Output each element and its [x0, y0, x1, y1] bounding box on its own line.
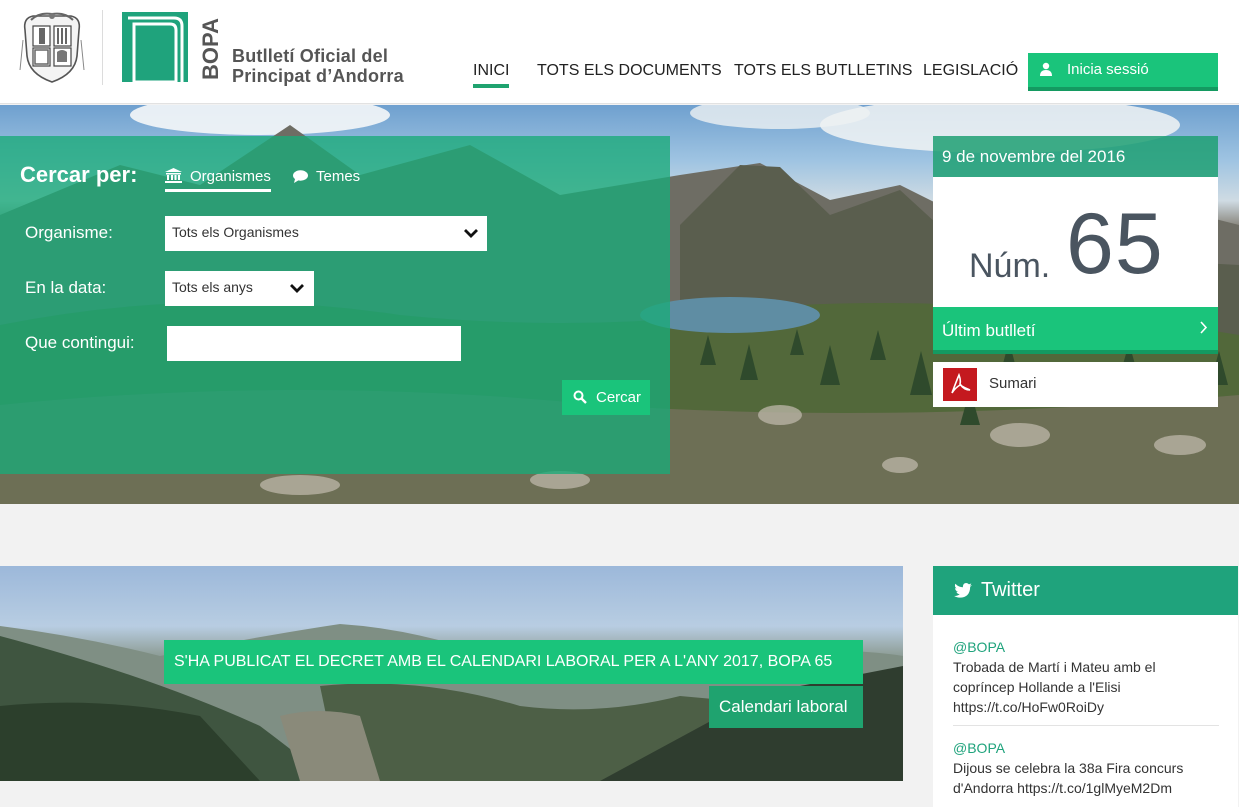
featured-news-tag-text: Calendari laboral	[719, 697, 848, 716]
search-button[interactable]: Cercar	[562, 380, 650, 415]
last-bulletin-link[interactable]: Últim butlletí	[933, 307, 1218, 354]
tweet-text-line: Dijous se celebra la 38a Fira concurs	[953, 760, 1184, 776]
tweet-divider	[953, 725, 1219, 726]
tab-temes[interactable]: Temes	[293, 168, 360, 185]
login-button[interactable]: Inicia sessió	[1028, 53, 1218, 91]
content-label: Que contingui:	[25, 333, 135, 352]
bulletin-date-text: 9 de novembre del 2016	[942, 147, 1126, 166]
chevron-right-icon	[1200, 321, 1208, 334]
featured-news-title[interactable]: S'HA PUBLICAT EL DECRET AMB EL CALENDARI…	[164, 640, 863, 684]
pdf-icon	[943, 368, 977, 401]
tweet-handle[interactable]: @BOPA	[953, 738, 1219, 758]
data-label: En la data:	[25, 278, 107, 297]
search-icon	[573, 390, 587, 404]
organisme-select[interactable]: Tots els Organismes	[165, 216, 487, 251]
tweet-text-line: Trobada de Martí i Mateu amb el	[953, 659, 1156, 675]
user-icon	[1040, 62, 1052, 76]
brand-line-1: Butlletí Oficial del	[232, 46, 389, 66]
nav-tots-els-butlletins[interactable]: TOTS ELS BUTLLETINS	[734, 62, 912, 80]
tab-organismes[interactable]: Organismes	[165, 168, 271, 192]
tab-organismes-label: Organismes	[190, 168, 271, 185]
nav-legislacio[interactable]: LEGISLACIÓ	[923, 62, 1018, 80]
tweet-link[interactable]: https://t.co/HoFw0RoiDy	[953, 697, 1219, 717]
tweet-text-line: copríncep Hollande a l'Elisi	[953, 679, 1121, 695]
twitter-feed: @BOPA Trobada de Martí i Mateu amb el co…	[933, 615, 1238, 807]
header-divider	[102, 10, 103, 85]
tweet-handle[interactable]: @BOPA	[953, 637, 1219, 657]
sumari-link[interactable]: Sumari	[933, 362, 1218, 407]
bopa-logo[interactable]: BOPA	[122, 12, 222, 86]
organisme-select-value: Tots els Organismes	[172, 224, 299, 240]
last-bulletin-label: Últim butlletí	[942, 321, 1036, 340]
year-select[interactable]: Tots els anys	[165, 271, 314, 306]
search-title: Cercar per:	[20, 162, 138, 187]
bopa-logo-text: BOPA	[198, 18, 222, 80]
chevron-down-icon	[290, 284, 304, 293]
login-label: Inicia sessió	[1067, 61, 1149, 78]
bulletin-number-value: 65	[1066, 196, 1164, 292]
sumari-label: Sumari	[989, 375, 1037, 392]
chevron-down-icon	[464, 229, 478, 238]
bulletin-date: 9 de novembre del 2016	[933, 136, 1218, 177]
bulletin-number-label: Núm.	[969, 247, 1051, 285]
nav-inici[interactable]: INICI	[473, 62, 510, 88]
bulletin-number: Núm. 65	[933, 177, 1218, 307]
tab-temes-label: Temes	[316, 168, 361, 185]
andorra-coat-of-arms-logo[interactable]	[19, 10, 85, 84]
featured-news-tag[interactable]: Calendari laboral	[709, 686, 863, 728]
institution-icon	[165, 168, 182, 183]
latest-bulletin-card: 9 de novembre del 2016 Núm. 65 Últim but…	[933, 136, 1218, 407]
search-panel: Cercar per: Organismes Temes Organisme: …	[0, 136, 670, 474]
brand-line-2: Principat d’Andorra	[232, 66, 404, 86]
twitter-title: Twitter	[981, 579, 1040, 601]
featured-news-title-text: S'HA PUBLICAT EL DECRET AMB EL CALENDARI…	[174, 653, 833, 670]
site-header: BOPA Butlletí Oficial del Principat d’An…	[0, 0, 1239, 104]
twitter-bird-icon	[954, 583, 972, 598]
brand-name[interactable]: Butlletí Oficial del Principat d’Andorra	[232, 46, 404, 86]
twitter-header: Twitter	[933, 566, 1238, 615]
tweet-text-line: d'Andorra https://t.co/1glMyeM2Dm	[953, 780, 1172, 796]
organisme-label: Organisme:	[25, 223, 113, 242]
content-search-input[interactable]	[167, 326, 461, 361]
year-select-value: Tots els anys	[172, 279, 253, 295]
nav-tots-els-documents[interactable]: TOTS ELS DOCUMENTS	[537, 62, 722, 80]
tweet-item: @BOPA Trobada de Martí i Mateu amb el co…	[953, 637, 1219, 717]
tweet-item: @BOPA Dijous se celebra la 38a Fira conc…	[953, 738, 1219, 798]
search-button-label: Cercar	[596, 389, 642, 406]
speech-bubble-icon	[293, 170, 308, 183]
